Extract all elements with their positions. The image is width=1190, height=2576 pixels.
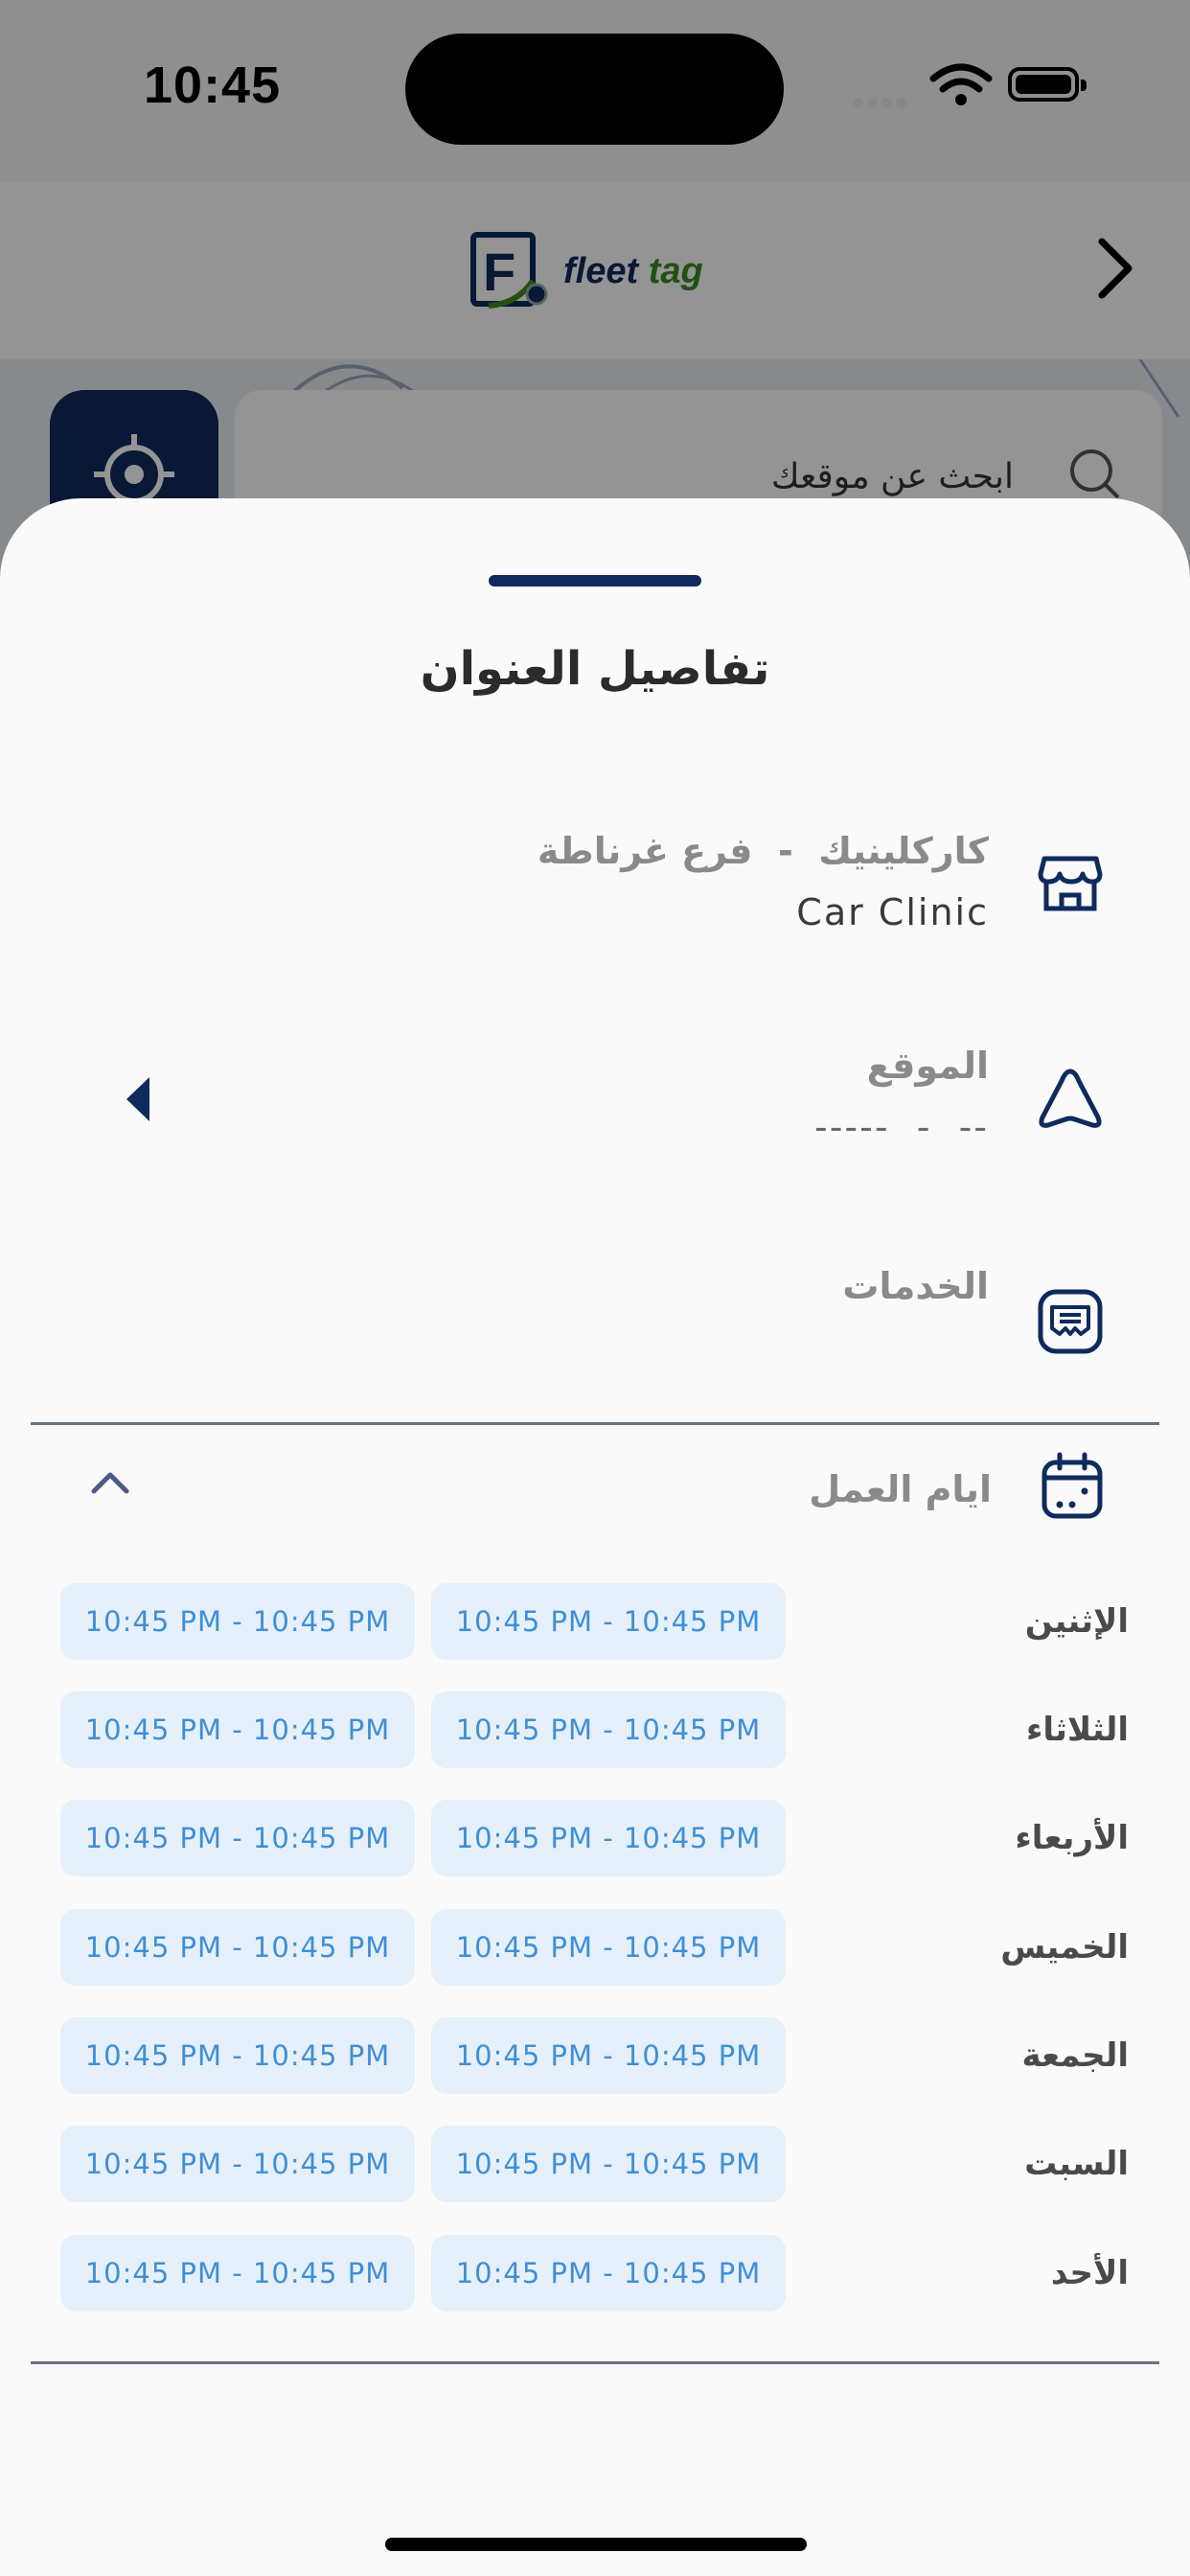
day-label: السبت [1024, 2145, 1129, 2183]
time-slot[interactable]: 10:45 PM - 10:45 PM [60, 1909, 415, 1986]
chevron-up-icon[interactable] [88, 1466, 132, 1499]
cellular-signal-icon [853, 94, 910, 112]
branch-subtitle: Car Clinic [796, 891, 989, 933]
time-slot[interactable]: 10:45 PM - 10:45 PM [431, 1909, 786, 1986]
schedule-row: الإثنين 10:45 PM - 10:45 PM 10:45 PM - 1… [0, 1583, 1190, 1660]
schedule-row: الأربعاء 10:45 PM - 10:45 PM 10:45 PM - … [0, 1800, 1190, 1876]
services-label: الخدمات [842, 1265, 989, 1307]
schedule-row: الأحد 10:45 PM - 10:45 PM 10:45 PM - 10:… [0, 2235, 1190, 2312]
time-slot[interactable]: 10:45 PM - 10:45 PM [60, 1691, 415, 1768]
sheet-grabber[interactable] [489, 575, 701, 586]
navigation-arrow-icon [1035, 1064, 1106, 1135]
status-time: 10:45 [144, 57, 282, 114]
sheet-title: تفاصيل العنوان [420, 642, 770, 696]
time-slot[interactable]: 10:45 PM - 10:45 PM [431, 1583, 786, 1660]
store-icon [1035, 845, 1106, 916]
wifi-icon [929, 63, 993, 111]
section-divider-bottom [31, 2361, 1159, 2364]
services-info[interactable]: الخدمات [842, 1265, 989, 1307]
dynamic-island [405, 34, 784, 145]
caret-left-icon[interactable] [123, 1073, 153, 1125]
branch-info: كاركلينيك - فرع غرناطة Car Clinic [538, 830, 989, 933]
working-days-label[interactable]: ايام العمل [809, 1468, 992, 1510]
time-slot[interactable]: 10:45 PM - 10:45 PM [60, 1800, 415, 1876]
battery-icon [1008, 67, 1087, 102]
time-slot[interactable]: 10:45 PM - 10:45 PM [60, 2017, 415, 2094]
time-slot[interactable]: 10:45 PM - 10:45 PM [60, 1583, 415, 1660]
day-label: الأربعاء [1015, 1819, 1129, 1857]
branch-name: كاركلينيك - فرع غرناطة [537, 830, 989, 872]
day-label: الثلاثاء [1025, 1711, 1129, 1749]
day-label: الإثنين [1024, 1602, 1129, 1641]
day-label: الخميس [1000, 1928, 1129, 1966]
section-divider-top [31, 1422, 1159, 1425]
calendar-icon [1037, 1451, 1108, 1522]
time-slot[interactable]: 10:45 PM - 10:45 PM [431, 2235, 786, 2312]
location-info[interactable]: الموقع ----- - -- [814, 1045, 989, 1148]
day-label: الأحد [1050, 2254, 1129, 2292]
schedule-row: الثلاثاء 10:45 PM - 10:45 PM 10:45 PM - … [0, 1691, 1190, 1768]
day-label: الجمعة [1021, 2036, 1129, 2075]
schedule-row: السبت 10:45 PM - 10:45 PM 10:45 PM - 10:… [0, 2126, 1190, 2202]
location-label: الموقع [866, 1045, 989, 1087]
time-slot[interactable]: 10:45 PM - 10:45 PM [60, 2235, 415, 2312]
time-slot[interactable]: 10:45 PM - 10:45 PM [431, 2017, 786, 2094]
location-value: ----- - -- [813, 1106, 989, 1148]
schedule-row: الخميس 10:45 PM - 10:45 PM 10:45 PM - 10… [0, 1909, 1190, 1986]
status-bar: 10:45 [0, 0, 1190, 182]
time-slot[interactable]: 10:45 PM - 10:45 PM [431, 1691, 786, 1768]
time-slot[interactable]: 10:45 PM - 10:45 PM [431, 2126, 786, 2202]
schedule-row: الجمعة 10:45 PM - 10:45 PM 10:45 PM - 10… [0, 2017, 1190, 2094]
receipt-icon [1035, 1286, 1106, 1357]
time-slot[interactable]: 10:45 PM - 10:45 PM [60, 2126, 415, 2202]
home-indicator[interactable] [385, 2538, 807, 2551]
time-slot[interactable]: 10:45 PM - 10:45 PM [431, 1800, 786, 1876]
address-details-sheet: تفاصيل العنوان كاركلينيك - فرع غرناطة Ca… [0, 498, 1190, 2576]
